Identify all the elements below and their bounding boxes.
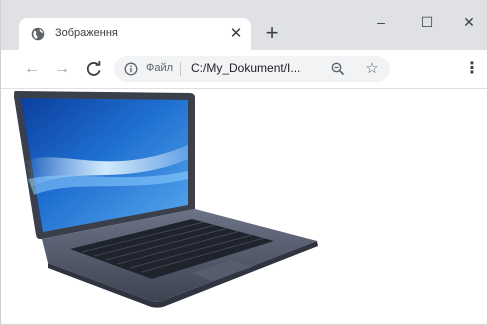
minimize-button[interactable]: –	[361, 10, 401, 34]
address-divider	[180, 62, 181, 76]
info-icon[interactable]	[124, 62, 138, 76]
forward-button[interactable]: →	[51, 58, 73, 80]
close-icon[interactable]: ✕	[225, 23, 247, 45]
menu-button[interactable]: ⋮	[461, 58, 483, 80]
laptop-image	[14, 91, 318, 308]
scheme-label: Файл	[146, 62, 174, 74]
back-button[interactable]: ←	[21, 58, 43, 80]
page-content	[2, 89, 488, 324]
globe-icon	[31, 27, 45, 41]
url-text[interactable]: C:/My_Dokument/I...	[191, 61, 300, 75]
star-icon[interactable]: ☆	[362, 58, 382, 80]
tab-title: Зображення	[55, 27, 118, 39]
maximize-button[interactable]: ☐	[407, 10, 447, 34]
reload-button[interactable]	[83, 58, 105, 80]
zoom-icon[interactable]	[330, 61, 346, 77]
new-tab-button[interactable]: +	[260, 22, 284, 46]
tab-active[interactable]: Зображення ✕	[19, 18, 251, 50]
toolbar: ← → Файл C:/My_Dokument/I... ☆ ⋮	[1, 50, 487, 89]
address-bar[interactable]: Файл C:/My_Dokument/I... ☆	[114, 56, 390, 82]
tab-strip: Зображення ✕ + – ☐ ✕	[1, 0, 487, 50]
browser-window: Зображення ✕ + – ☐ ✕ ← → Файл C:/My_Doku…	[0, 0, 488, 325]
close-window-button[interactable]: ✕	[449, 10, 488, 34]
reload-icon	[86, 61, 101, 76]
